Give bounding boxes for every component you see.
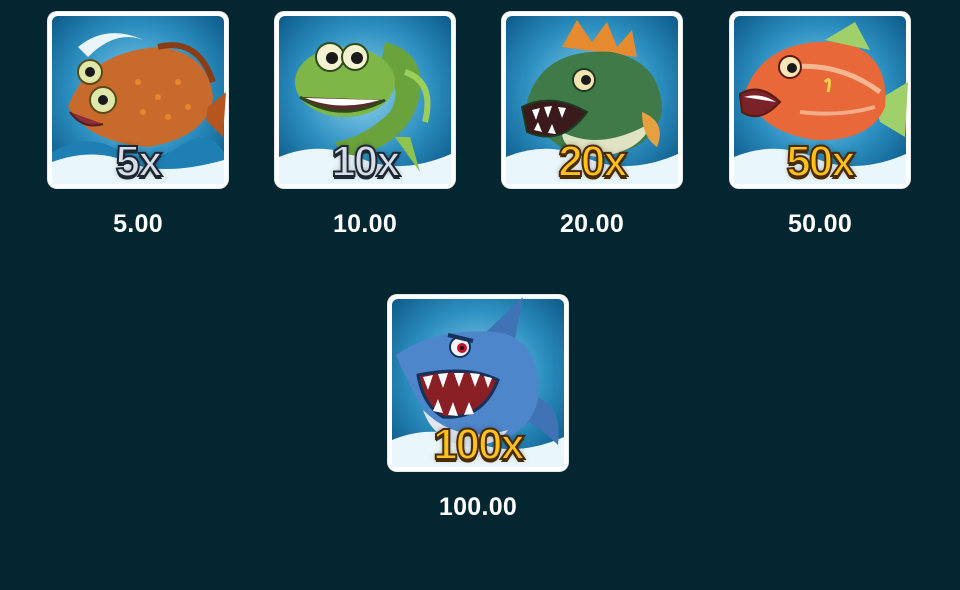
multiplier-badge: 10x	[330, 137, 401, 186]
payout-value: 10.00	[332, 210, 398, 238]
paytable-panel: 5x 5.00 10x 10.00 20x 20.00 50x 50.00 10…	[0, 0, 960, 590]
paytable-symbol-bass: 20x 20.00	[502, 12, 682, 239]
eel-symbol-tile: 10x	[275, 12, 455, 188]
snapper-symbol-tile: 50x	[730, 12, 910, 188]
paytable-symbol-eel: 10x 10.00	[275, 12, 455, 239]
bass-symbol-tile: 20x	[502, 12, 682, 188]
payout-value: 50.00	[787, 210, 853, 238]
multiplier-badge: 100x	[432, 420, 526, 469]
multiplier-badge: 5x	[115, 137, 164, 186]
multiplier-badge: 20x	[557, 137, 628, 186]
payout-value: 20.00	[559, 210, 625, 238]
paytable-symbol-shark: 100x 100.00	[388, 295, 568, 522]
paytable-symbol-flounder: 5x 5.00	[48, 12, 228, 239]
payout-value: 5.00	[113, 210, 163, 238]
shark-symbol-tile: 100x	[388, 295, 568, 471]
multiplier-badge: 50x	[785, 137, 856, 186]
payout-value: 100.00	[438, 493, 518, 521]
paytable-symbol-snapper: 50x 50.00	[730, 12, 910, 239]
flounder-symbol-tile: 5x	[48, 12, 228, 188]
